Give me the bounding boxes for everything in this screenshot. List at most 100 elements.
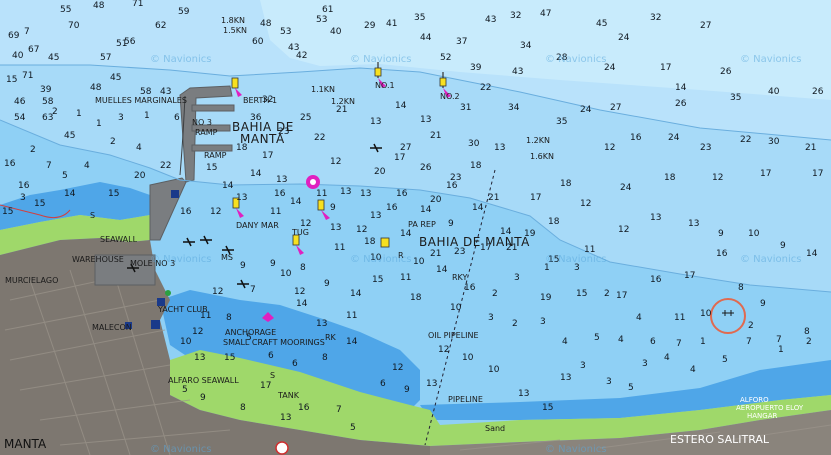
depth-sounding: 21 [430, 249, 441, 259]
depth-sounding: 17 [660, 63, 671, 73]
chart-canvas[interactable]: 55 48 71595662770676940 4571153946 5854 63455… [0, 0, 831, 455]
depth-sounding: 13 [194, 353, 205, 363]
port-service-icon[interactable] [171, 190, 179, 198]
depth-sounding: 9 [448, 219, 454, 229]
depth-sounding: 9 [718, 229, 724, 239]
depth-sounding: 10 [488, 365, 500, 375]
marina-icon-center [310, 179, 316, 185]
depth-sounding: 22 [160, 161, 171, 171]
depth-sounding: 34 [508, 103, 520, 113]
label-sand: Sand [485, 424, 505, 433]
nautical-chart[interactable]: 55 48 71 59 56 62 7 70 67 69 40 45 71 15 39 46 58 54 63 45 5… [0, 0, 831, 455]
label-estero-salitral: ESTERO SALITRAL [670, 433, 770, 446]
depth-sounding: 13 [560, 373, 571, 383]
depth-sounding: 12 [210, 207, 221, 217]
depth-sounding: 39 [470, 63, 482, 73]
depth-sounding: 27 [610, 103, 621, 113]
depth-sounding: 10 [413, 257, 425, 267]
depth-sounding: 45 [110, 73, 121, 83]
depth-sounding: 6 [380, 379, 386, 389]
depth-sounding: 11 [400, 273, 411, 283]
depth-sounding: 5 [722, 355, 728, 365]
depth-sounding: 8 [738, 283, 744, 293]
depth-sounding: 7 [24, 27, 30, 37]
label-alfaro-seawall: ALFARO SEAWALL [168, 376, 239, 385]
depth-sounding: 5 [594, 333, 600, 343]
depth-sounding: 9 [330, 203, 336, 213]
light-icon[interactable] [165, 290, 171, 296]
depth-sounding: 9 [760, 299, 766, 309]
depth-sounding: 35 [556, 117, 567, 127]
depth-sounding: 1 [96, 119, 102, 129]
depth-sounding: 40 [768, 87, 780, 97]
yellow-marker-icon[interactable] [380, 237, 390, 248]
depth-sounding: 14 [250, 169, 262, 179]
depth-sounding: 14 [222, 181, 234, 191]
warning-icon[interactable] [275, 441, 289, 455]
depth-sounding: 10 [450, 303, 462, 313]
depth-sounding: 2 [748, 321, 754, 331]
depth-sounding: 20 [134, 171, 146, 181]
depth-sounding: 11 [674, 313, 685, 323]
depth-sounding: 15 [542, 403, 553, 413]
depth-sounding: 8 [804, 327, 810, 337]
depth-sounding: 13 [236, 193, 247, 203]
label-bahia-de-manta: BAHIA DE MANTA [232, 120, 294, 146]
depth-sounding: 15 [224, 353, 235, 363]
depth-sounding: 26 [720, 67, 732, 77]
label-rk: RK [325, 333, 337, 342]
depth-sounding: 15 [372, 275, 383, 285]
depth-sounding: 1 [76, 109, 82, 119]
depth-sounding: 30 [468, 139, 480, 149]
depth-sounding: 12 [356, 225, 367, 235]
depth-sounding: 17 [616, 291, 627, 301]
depth-sounding: 14 [290, 197, 302, 207]
label-pipeline: PIPELINE [448, 395, 483, 404]
label-current-1-2kn: 1.2KN [331, 97, 355, 106]
depth-sounding: 18 [664, 173, 676, 183]
depth-sounding: 13 [316, 319, 327, 329]
depth-sounding: 21 [488, 193, 499, 203]
depth-sounding: 13 [426, 379, 437, 389]
label-current-1-2kn-b: 1.2KN [526, 136, 550, 145]
depth-sounding: 45 [596, 19, 607, 29]
depth-sounding: 9 [270, 259, 276, 269]
depth-sounding: 13 [330, 223, 341, 233]
depth-sounding: 52 [440, 53, 451, 63]
depth-sounding: 7 [46, 161, 52, 171]
depth-sounding: 59 [178, 7, 190, 17]
yacht-club-icon[interactable] [151, 320, 160, 329]
depth-sounding: 44 [420, 33, 432, 43]
depth-sounding: 71 [22, 71, 33, 81]
label-berth-1: BERTH 1 [243, 96, 277, 105]
depth-sounding: 47 [540, 9, 551, 19]
depth-sounding: 16 [298, 403, 310, 413]
depth-sounding: 16 [274, 189, 286, 199]
depth-sounding: 15 [108, 189, 119, 199]
depth-sounding: 13 [650, 213, 661, 223]
depth-sounding: 2 [30, 145, 36, 155]
depth-sounding: 7 [250, 285, 256, 295]
depth-sounding: 15 [206, 163, 217, 173]
depth-sounding: 55 [60, 5, 71, 15]
depth-sounding: 7 [776, 335, 782, 345]
depth-sounding: 20 [374, 167, 386, 177]
label-rky: RKY [452, 273, 468, 282]
depth-sounding: 10 [700, 309, 712, 319]
depth-sounding: 12 [712, 173, 723, 183]
depth-sounding: 12 [618, 225, 629, 235]
label-no-1: NO.1 [375, 81, 395, 90]
depth-sounding: 17 [760, 169, 771, 179]
depth-sounding: 67 [28, 45, 39, 55]
depth-sounding: 5 [182, 385, 188, 395]
depth-sounding: 14 [346, 337, 358, 347]
depth-sounding: 30 [768, 137, 780, 147]
depth-sounding: 17 [260, 381, 271, 391]
depth-sounding: 13 [276, 175, 287, 185]
depth-sounding: 39 [40, 85, 52, 95]
watermark: © Navionics [150, 54, 211, 65]
label-r: R [398, 251, 404, 260]
depth-sounding: 17 [394, 153, 405, 163]
depth-sounding: 13 [370, 211, 381, 221]
label-tug: TUG [291, 228, 309, 237]
